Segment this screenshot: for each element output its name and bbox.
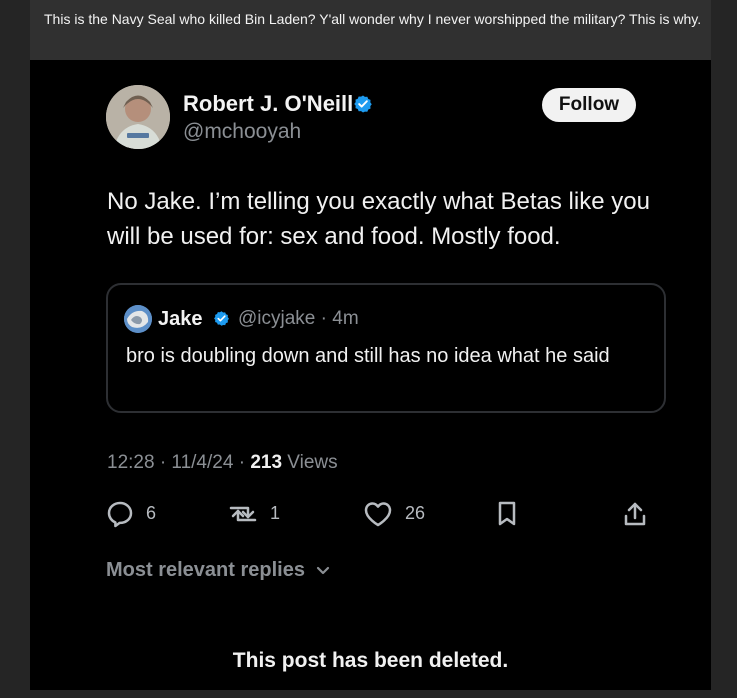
- repost-icon: [229, 506, 257, 522]
- share-icon: [624, 502, 646, 526]
- tweet-timestamp-row: 12:28 · 11/4/24 · 213 Views: [107, 450, 338, 476]
- quoted-author-avatar[interactable]: [124, 305, 152, 333]
- repost-count: 1: [270, 503, 281, 523]
- quoted-tweet-meta: @icyjake · 4m: [238, 308, 359, 329]
- tweet-screenshot: Robert J. O'Neill @mchooyah Follow No Ja…: [30, 60, 711, 690]
- bookmark-icon: [498, 501, 516, 526]
- quoted-tweet-card[interactable]: Jake @icyjake · 4m bro is doubling down …: [106, 283, 666, 413]
- reply-button[interactable]: 6: [106, 497, 166, 529]
- view-count: 213: [250, 452, 283, 473]
- views-label: Views: [282, 452, 338, 473]
- replies-filter-button[interactable]: Most relevant replies: [106, 557, 331, 583]
- reply-count: 6: [146, 503, 157, 523]
- follow-button[interactable]: Follow: [542, 88, 636, 122]
- verified-badge-icon: [354, 95, 372, 113]
- repost-button[interactable]: 1: [226, 497, 290, 529]
- author-avatar[interactable]: [106, 85, 170, 149]
- deleted-post-notice: This post has been deleted.: [232, 649, 509, 672]
- quoted-author-avatar-image: [124, 305, 152, 333]
- post-caption: This is the Navy Seal who killed Bin Lad…: [44, 11, 702, 27]
- reply-icon: [107, 501, 133, 528]
- heart-icon: [364, 502, 392, 527]
- like-button[interactable]: 26: [362, 497, 438, 529]
- chevron-down-icon: [316, 566, 329, 574]
- quoted-tweet-text: bro is doubling down and still has no id…: [126, 345, 610, 367]
- tweet-timestamp: 12:28 · 11/4/24 ·: [107, 452, 251, 473]
- share-button[interactable]: [622, 497, 648, 529]
- tweet-text: No Jake. I’m telling you exactly what Be…: [107, 188, 650, 250]
- author-avatar-image: [106, 85, 170, 149]
- like-count: 26: [405, 503, 426, 523]
- post-header: This is the Navy Seal who killed Bin Lad…: [30, 0, 711, 60]
- author-display-name[interactable]: Robert J. O'Neill: [183, 90, 353, 118]
- bookmark-button[interactable]: [495, 497, 519, 529]
- replies-filter-label: Most relevant replies: [106, 559, 305, 581]
- quoted-verified-badge-icon: [214, 311, 229, 326]
- quoted-author-name[interactable]: Jake: [158, 306, 203, 332]
- author-handle[interactable]: @mchooyah: [183, 119, 301, 145]
